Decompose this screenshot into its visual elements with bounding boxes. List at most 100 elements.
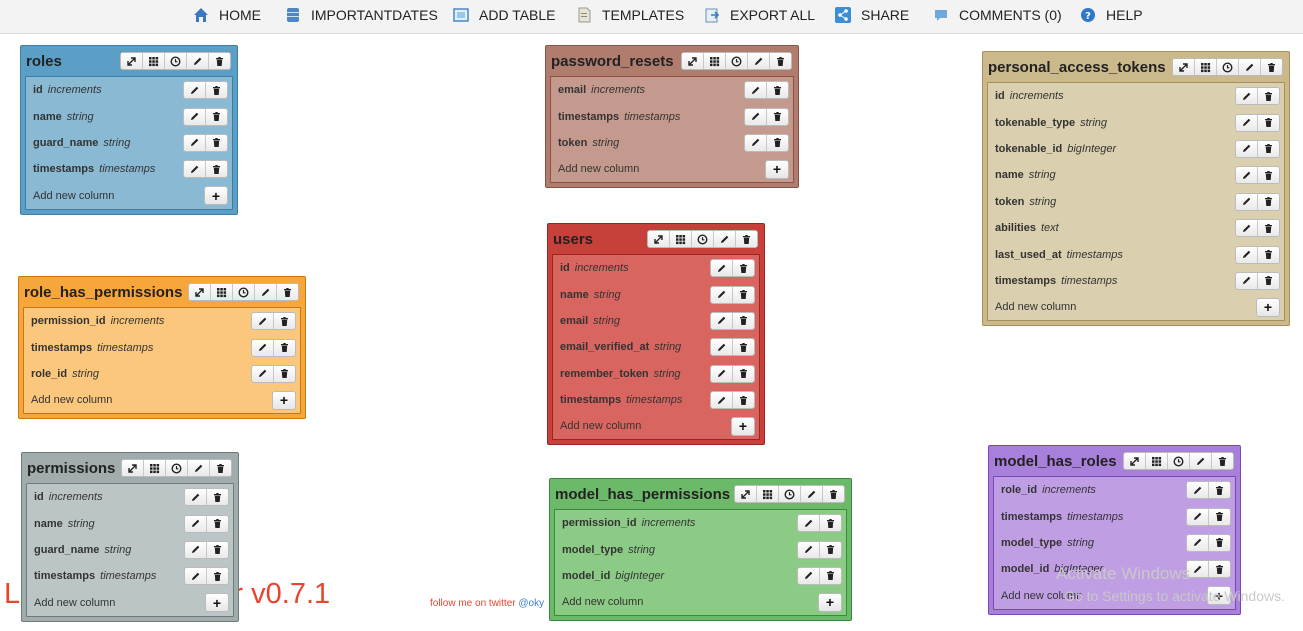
column-row[interactable]: timestamps timestamps [27, 563, 233, 589]
expand-table-button[interactable] [121, 53, 143, 69]
delete-column-button[interactable] [767, 82, 788, 99]
edit-column-button[interactable] [1236, 272, 1258, 289]
table-title[interactable]: model_has_permissions [555, 486, 730, 503]
add-column-label[interactable]: Add new column [558, 163, 639, 175]
column-row[interactable]: name string [988, 162, 1284, 188]
delete-column-button[interactable] [206, 82, 227, 99]
nav-help[interactable]: ? HELP [1080, 0, 1143, 29]
column-row[interactable]: name string [27, 510, 233, 536]
delete-column-button[interactable] [733, 260, 754, 277]
delete-column-button[interactable] [206, 161, 227, 178]
table-card-role_has_permissions[interactable]: role_has_permissions permission_id increme… [18, 276, 306, 420]
delete-column-button[interactable] [820, 541, 841, 558]
add-column-button[interactable]: + [205, 593, 229, 613]
delete-table-button[interactable] [823, 486, 844, 502]
column-row[interactable]: id increments [553, 255, 759, 281]
add-column-label[interactable]: Add new column [33, 190, 114, 202]
edit-column-button[interactable] [745, 134, 767, 151]
column-row[interactable]: id increments [27, 484, 233, 510]
column-row[interactable]: permission_id increments [24, 308, 300, 334]
delete-table-button[interactable] [1212, 453, 1233, 469]
expand-table-button[interactable] [122, 460, 144, 476]
delete-table-button[interactable] [277, 284, 298, 300]
table-timestamps-button[interactable] [166, 460, 188, 476]
table-card-password_resets[interactable]: password_resets email increments timestamps… [545, 45, 799, 189]
column-row[interactable]: timestamps timestamps [994, 503, 1235, 529]
column-row[interactable]: model_type string [994, 530, 1235, 556]
table-timestamps-button[interactable] [233, 284, 255, 300]
edit-column-button[interactable] [798, 515, 820, 532]
table-card-model_has_permissions[interactable]: model_has_permissions permission_id increm… [549, 478, 852, 622]
delete-column-button[interactable] [1258, 193, 1279, 210]
delete-column-button[interactable] [733, 286, 754, 303]
edit-table-button[interactable] [714, 231, 736, 247]
edit-column-button[interactable] [252, 365, 274, 382]
delete-column-button[interactable] [1258, 272, 1279, 289]
edit-column-button[interactable] [184, 161, 206, 178]
nav-export-all[interactable]: EXPORT ALL [704, 0, 815, 29]
column-row[interactable]: tokenable_type string [988, 109, 1284, 135]
twitter-handle[interactable]: @oky [518, 598, 544, 609]
table-grid-button[interactable] [1146, 453, 1168, 469]
edit-column-button[interactable] [798, 541, 820, 558]
table-grid-button[interactable] [143, 53, 165, 69]
table-title[interactable]: roles [26, 53, 62, 70]
edit-column-button[interactable] [711, 260, 733, 277]
column-row[interactable]: model_type string [555, 536, 846, 562]
column-row[interactable]: permission_id increments [555, 510, 846, 536]
edit-column-button[interactable] [184, 134, 206, 151]
edit-table-button[interactable] [801, 486, 823, 502]
table-card-personal_access_tokens[interactable]: personal_access_tokens id increments tokena… [982, 51, 1290, 327]
edit-column-button[interactable] [1236, 246, 1258, 263]
edit-column-button[interactable] [711, 312, 733, 329]
delete-column-button[interactable] [206, 108, 227, 125]
edit-column-button[interactable] [1236, 114, 1258, 131]
edit-column-button[interactable] [745, 82, 767, 99]
nav-importantdates[interactable]: IMPORTANTDATES [285, 0, 438, 29]
edit-table-button[interactable] [1239, 59, 1261, 75]
table-timestamps-button[interactable] [1168, 453, 1190, 469]
column-row[interactable]: token string [988, 189, 1284, 215]
add-column-button[interactable]: + [1256, 297, 1280, 317]
column-row[interactable]: timestamps timestamps [553, 387, 759, 413]
table-timestamps-button[interactable] [726, 53, 748, 69]
column-row[interactable]: timestamps timestamps [551, 103, 793, 129]
delete-column-button[interactable] [1258, 220, 1279, 237]
edit-table-button[interactable] [748, 53, 770, 69]
expand-table-button[interactable] [648, 231, 670, 247]
table-grid-button[interactable] [704, 53, 726, 69]
add-column-button[interactable]: + [204, 186, 228, 206]
table-timestamps-button[interactable] [1217, 59, 1239, 75]
delete-column-button[interactable] [1258, 114, 1279, 131]
delete-column-button[interactable] [274, 313, 295, 330]
edit-column-button[interactable] [185, 489, 207, 506]
edit-column-button[interactable] [184, 82, 206, 99]
edit-column-button[interactable] [184, 108, 206, 125]
table-grid-button[interactable] [670, 231, 692, 247]
delete-column-button[interactable] [1209, 482, 1230, 499]
add-column-button[interactable]: + [731, 416, 755, 436]
column-row[interactable]: role_id increments [994, 477, 1235, 503]
delete-column-button[interactable] [733, 392, 754, 409]
edit-column-button[interactable] [1236, 167, 1258, 184]
add-column-label[interactable]: Add new column [562, 596, 643, 608]
delete-column-button[interactable] [206, 134, 227, 151]
delete-column-button[interactable] [207, 568, 228, 585]
nav-share[interactable]: SHARE [835, 0, 909, 29]
table-title[interactable]: personal_access_tokens [988, 59, 1166, 76]
delete-column-button[interactable] [1258, 246, 1279, 263]
column-row[interactable]: role_id string [24, 361, 300, 387]
edit-column-button[interactable] [1187, 508, 1209, 525]
column-row[interactable]: name string [26, 103, 232, 129]
edit-column-button[interactable] [1236, 220, 1258, 237]
delete-table-button[interactable] [736, 231, 757, 247]
edit-column-button[interactable] [252, 339, 274, 356]
delete-column-button[interactable] [1209, 508, 1230, 525]
delete-column-button[interactable] [733, 339, 754, 356]
column-row[interactable]: token string [551, 130, 793, 156]
edit-column-button[interactable] [1236, 88, 1258, 105]
delete-column-button[interactable] [207, 515, 228, 532]
table-timestamps-button[interactable] [779, 486, 801, 502]
table-card-roles[interactable]: roles id increments name string guard_name str… [20, 45, 238, 215]
delete-column-button[interactable] [733, 365, 754, 382]
